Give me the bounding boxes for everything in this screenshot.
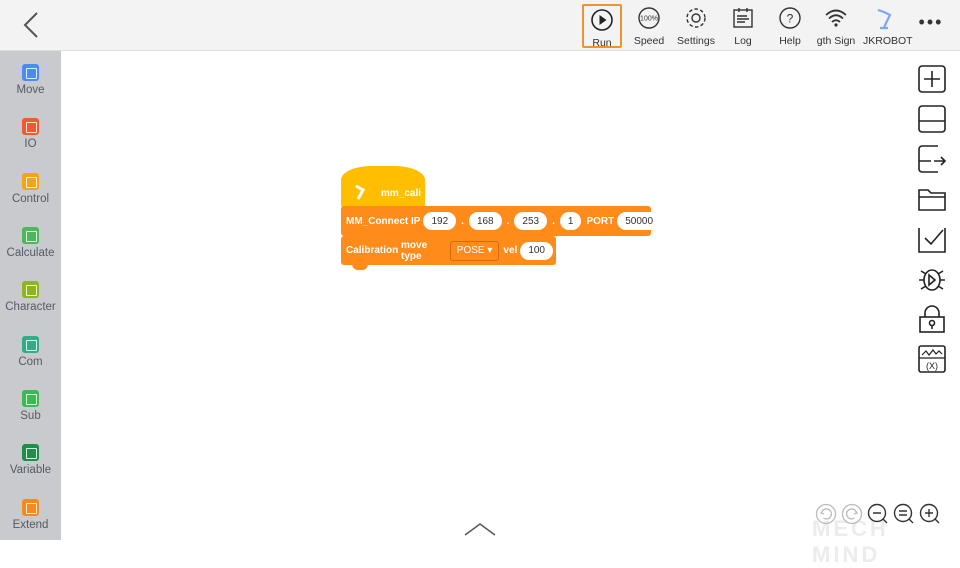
ip-octet-2-field[interactable]: 168 — [468, 212, 502, 230]
block-notch — [352, 264, 368, 270]
move-type-dropdown[interactable]: POSE ▾ — [449, 240, 500, 261]
sidebar-item-extend[interactable]: Extend — [0, 499, 61, 549]
svg-text:100%: 100% — [640, 16, 658, 23]
ip-octet-1-field[interactable]: 192 — [423, 212, 457, 230]
sidebar-item-character[interactable]: Character — [0, 281, 61, 331]
ip-octet-3-field[interactable]: 253 — [514, 212, 548, 230]
expand-panel-chevron-icon[interactable] — [463, 522, 497, 536]
help-icon: ? — [779, 7, 801, 29]
settings-button[interactable]: Settings — [675, 4, 717, 48]
com-icon — [22, 336, 39, 353]
gear-icon — [686, 8, 706, 28]
vel-field[interactable]: 100 — [520, 241, 553, 260]
io-icon — [22, 118, 39, 135]
back-chevron-icon[interactable] — [18, 10, 44, 40]
robot-arm-icon — [877, 8, 892, 30]
move-icon — [22, 64, 39, 81]
more-button[interactable]: ••• — [910, 4, 952, 48]
save-as-icon[interactable] — [918, 145, 946, 173]
signal-button[interactable]: gth Sign — [815, 4, 857, 48]
svg-text:(X): (X) — [926, 361, 938, 371]
sidebar-item-io[interactable]: IO — [0, 118, 61, 168]
sidebar-item-calculate[interactable]: Calculate — [0, 227, 61, 277]
undo-icon[interactable] — [815, 503, 837, 525]
more-icon: ••• — [918, 12, 944, 32]
open-folder-icon[interactable] — [918, 185, 946, 213]
extend-icon — [22, 499, 39, 516]
svg-text:?: ? — [787, 12, 794, 26]
robot-button[interactable]: JKROBOT — [863, 4, 913, 48]
sidebar-item-com[interactable]: Com — [0, 336, 61, 386]
save-icon[interactable] — [918, 105, 946, 133]
robot-arm-icon — [355, 184, 366, 200]
port-field[interactable]: 50000 — [617, 212, 662, 230]
lock-icon[interactable] — [918, 305, 946, 333]
top-toolbar: Run 100% Speed Settings Log ? Help gth S… — [0, 0, 960, 51]
redo-icon[interactable] — [841, 503, 863, 525]
calculate-icon — [22, 227, 39, 244]
zoom-out-icon[interactable] — [867, 503, 889, 525]
sidebar-item-move[interactable]: Move — [0, 64, 61, 114]
add-icon[interactable] — [918, 65, 946, 93]
help-button[interactable]: ? Help — [769, 4, 811, 48]
log-icon — [733, 8, 753, 28]
calibration-block[interactable]: Calibration move type POSE ▾ vel 100 — [341, 236, 556, 265]
variable-icon — [22, 444, 39, 461]
reset-zoom-icon[interactable] — [893, 503, 915, 525]
wifi-icon — [825, 9, 847, 27]
run-button[interactable]: Run — [582, 4, 622, 49]
variable-watch-icon[interactable]: (X) — [918, 345, 946, 373]
speed-button[interactable]: 100% Speed — [628, 4, 670, 48]
log-button[interactable]: Log — [722, 4, 764, 48]
checklist-icon[interactable] — [918, 225, 946, 253]
character-icon — [22, 281, 39, 298]
speed-gauge-icon: 100% — [638, 7, 660, 29]
block-category-sidebar: Move IO Control Calculate Character Com … — [0, 51, 61, 540]
dropdown-arrow-icon: ▾ — [487, 245, 493, 256]
ip-octet-4-field[interactable]: 1 — [559, 212, 582, 230]
zoom-in-icon[interactable] — [919, 503, 941, 525]
sidebar-item-control[interactable]: Control — [0, 173, 61, 223]
debug-icon[interactable] — [918, 265, 946, 293]
control-icon — [22, 173, 39, 190]
hat-block-mm-cali[interactable]: mm_cali — [341, 166, 425, 208]
play-icon — [591, 9, 613, 31]
sub-icon — [22, 390, 39, 407]
sidebar-item-sub[interactable]: Sub — [0, 390, 61, 440]
mm-connect-block[interactable]: MM_Connect IP 192. 168. 253. 1 PORT 5000… — [341, 206, 662, 236]
sidebar-item-variable[interactable]: Variable — [0, 444, 61, 494]
